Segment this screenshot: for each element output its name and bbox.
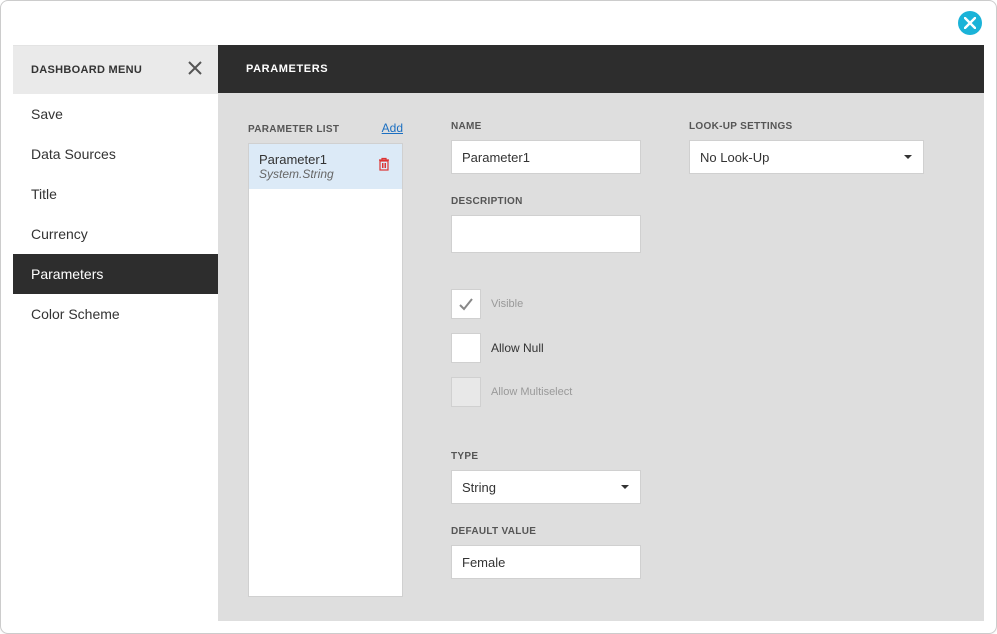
type-label: TYPE — [451, 451, 641, 462]
sidebar-item-label: Save — [31, 106, 63, 122]
lookup-dropdown-value: No Look-Up — [700, 150, 769, 165]
visible-checkbox[interactable] — [451, 289, 481, 319]
type-dropdown[interactable]: String — [451, 470, 641, 504]
description-field-group: DESCRIPTION — [451, 196, 641, 253]
description-label: DESCRIPTION — [451, 196, 641, 207]
default-value-input[interactable] — [451, 545, 641, 579]
parameter-list: Parameter1 System.String — [248, 143, 403, 597]
check-icon — [457, 295, 475, 313]
sidebar-item-label: Data Sources — [31, 146, 116, 162]
parameter-list-header: PARAMETER LIST Add — [248, 121, 403, 135]
parameter-list-label: PARAMETER LIST — [248, 124, 339, 135]
sidebar-item-label: Title — [31, 186, 57, 202]
allow-multiselect-checkbox-row: Allow Multiselect — [451, 377, 641, 407]
lookup-field-group: LOOK-UP SETTINGS No Look-Up — [689, 121, 924, 174]
parameter-list-panel: PARAMETER LIST Add Parameter1 System.Str… — [248, 121, 403, 597]
sidebar-item-label: Currency — [31, 226, 88, 242]
visible-checkbox-row: Visible — [451, 289, 641, 319]
allow-null-checkbox-label: Allow Null — [491, 341, 544, 355]
content-title: PARAMETERS — [246, 63, 328, 75]
allow-null-checkbox[interactable] — [451, 333, 481, 363]
sidebar-title: DASHBOARD MENU — [31, 64, 142, 76]
sidebar-close-button[interactable] — [186, 59, 204, 82]
sidebar-item-color-scheme[interactable]: Color Scheme — [13, 294, 218, 334]
name-label: NAME — [451, 121, 641, 132]
parameter-form: NAME DESCRIPTION Visible — [451, 121, 641, 601]
lookup-label: LOOK-UP SETTINGS — [689, 121, 924, 132]
lookup-panel: LOOK-UP SETTINGS No Look-Up — [689, 121, 924, 196]
default-value-label: DEFAULT VALUE — [451, 526, 641, 537]
allow-null-checkbox-row: Allow Null — [451, 333, 641, 363]
trash-icon — [376, 156, 392, 172]
checkbox-group: Visible Allow Null Allow Multiselect — [451, 289, 641, 421]
name-field-group: NAME — [451, 121, 641, 174]
sidebar-item-data-sources[interactable]: Data Sources — [13, 134, 218, 174]
add-parameter-link[interactable]: Add — [382, 121, 403, 135]
content-area: PARAMETERS PARAMETER LIST Add Parameter1… — [218, 45, 984, 621]
allow-multiselect-checkbox — [451, 377, 481, 407]
visible-checkbox-label: Visible — [491, 298, 523, 310]
description-input[interactable] — [451, 215, 641, 253]
chevron-down-icon — [903, 152, 913, 162]
close-x-icon — [964, 17, 976, 29]
chevron-down-icon — [620, 482, 630, 492]
dialog-frame: DASHBOARD MENU Save Data Sources Title C… — [0, 0, 997, 634]
parameter-item-text: Parameter1 System.String — [259, 152, 334, 181]
parameter-item-name: Parameter1 — [259, 152, 334, 167]
sidebar-item-title[interactable]: Title — [13, 174, 218, 214]
parameter-list-item[interactable]: Parameter1 System.String — [249, 144, 402, 189]
sidebar-item-currency[interactable]: Currency — [13, 214, 218, 254]
close-icon — [186, 59, 204, 77]
sidebar-item-label: Parameters — [31, 266, 103, 282]
sidebar-item-label: Color Scheme — [31, 306, 120, 322]
name-input[interactable] — [451, 140, 641, 174]
content-body: PARAMETER LIST Add Parameter1 System.Str… — [218, 93, 984, 629]
sidebar: DASHBOARD MENU Save Data Sources Title C… — [13, 45, 218, 621]
sidebar-item-parameters[interactable]: Parameters — [13, 254, 218, 294]
delete-parameter-button[interactable] — [376, 156, 392, 177]
close-button[interactable] — [958, 11, 982, 35]
parameter-item-type: System.String — [259, 167, 334, 181]
default-value-field-group: DEFAULT VALUE — [451, 526, 641, 579]
sidebar-item-save[interactable]: Save — [13, 94, 218, 134]
sidebar-header: DASHBOARD MENU — [13, 46, 218, 94]
content-header: PARAMETERS — [218, 45, 984, 93]
type-field-group: TYPE String — [451, 451, 641, 504]
allow-multiselect-checkbox-label: Allow Multiselect — [491, 386, 572, 398]
type-dropdown-value: String — [462, 480, 496, 495]
lookup-dropdown[interactable]: No Look-Up — [689, 140, 924, 174]
